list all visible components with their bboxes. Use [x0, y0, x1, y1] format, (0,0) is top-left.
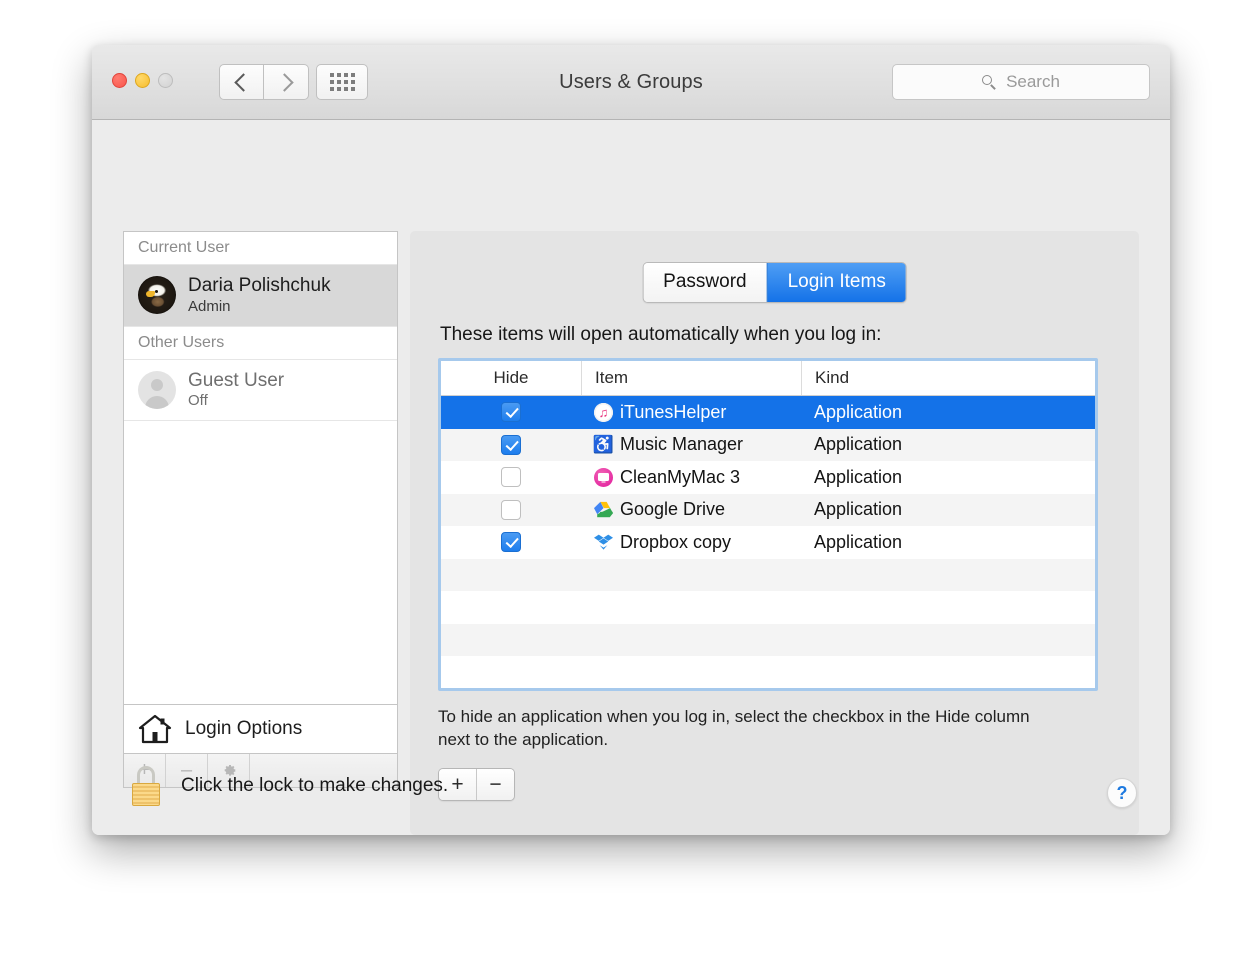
- avatar: [138, 276, 176, 315]
- user-role: Off: [188, 392, 208, 410]
- window-body: Current User Daria Polishchuk Admin Othe…: [92, 120, 1170, 835]
- user-role: Admin: [188, 297, 231, 315]
- table-row[interactable]: Dropbox copy Application: [441, 526, 1095, 559]
- hide-column-hint: To hide an application when you log in, …: [438, 707, 1030, 750]
- item-name: iTunesHelper: [620, 401, 727, 422]
- item-cell: ♿ Music Manager: [581, 434, 801, 455]
- kind-cell: Application: [814, 466, 903, 487]
- login-items-table[interactable]: Hide Item Kind ♫ iTunesHelper Applicatio…: [438, 358, 1098, 691]
- tab-bar: Password Login Items: [642, 262, 907, 303]
- item-cell: Dropbox copy: [581, 532, 801, 553]
- item-name: CleanMyMac 3: [620, 466, 741, 487]
- column-header-hide[interactable]: Hide: [441, 361, 581, 395]
- sidebar-section-header-current-user: Current User: [124, 232, 397, 265]
- table-row-empty: [441, 656, 1095, 688]
- table-header-row: Hide Item Kind: [441, 361, 1095, 396]
- itunes-icon: ♫: [594, 402, 613, 422]
- table-row-empty: [441, 591, 1095, 624]
- table-row[interactable]: Google Drive Application: [441, 493, 1095, 526]
- cleanmymac-icon: [594, 467, 613, 487]
- headphones-icon: ♿: [592, 435, 615, 455]
- hide-checkbox[interactable]: [501, 434, 521, 455]
- tab-password[interactable]: Password: [643, 263, 767, 302]
- closed-lock-icon[interactable]: [130, 766, 162, 806]
- users-and-groups-window: Users & Groups Search Current User Daria…: [92, 45, 1170, 835]
- house-icon: [138, 714, 172, 744]
- column-header-kind[interactable]: Kind: [801, 361, 1095, 395]
- kind-cell: Application: [814, 499, 903, 520]
- lock-area: Click the lock to make changes.: [130, 766, 448, 806]
- user-name: Daria Polishchuk: [188, 275, 331, 296]
- sidebar-item-login-options[interactable]: Login Options: [124, 704, 397, 753]
- sidebar-item-daria-polishchuk[interactable]: Daria Polishchuk Admin: [124, 265, 397, 327]
- google-drive-icon: [594, 500, 613, 519]
- hide-cell: [441, 434, 581, 455]
- panel-heading: These items will open automatically when…: [440, 324, 882, 345]
- column-header-item[interactable]: Item: [581, 361, 801, 395]
- lock-message: Click the lock to make changes.: [181, 775, 449, 796]
- table-row-empty: [441, 623, 1095, 656]
- users-sidebar: Current User Daria Polishchuk Admin Othe…: [123, 231, 398, 788]
- search-placeholder: Search: [1006, 72, 1060, 91]
- table-row[interactable]: ♿ Music Manager Application: [441, 428, 1095, 461]
- help-button[interactable]: ?: [1107, 778, 1137, 808]
- kind-cell: Application: [814, 434, 903, 455]
- search-input[interactable]: Search: [892, 64, 1150, 100]
- hide-checkbox[interactable]: [501, 467, 521, 488]
- users-list: Current User Daria Polishchuk Admin Othe…: [124, 232, 397, 704]
- user-text: Guest User Off: [188, 369, 284, 412]
- hide-checkbox[interactable]: [501, 532, 521, 553]
- item-cell: ♫ iTunesHelper: [581, 402, 801, 423]
- item-name: Music Manager: [620, 434, 744, 455]
- remove-login-item-button[interactable]: −: [476, 769, 514, 800]
- kind-cell: Application: [814, 531, 903, 552]
- item-name: Dropbox copy: [620, 531, 732, 552]
- sidebar-item-guest-user[interactable]: Guest User Off: [124, 360, 397, 421]
- table-row[interactable]: CleanMyMac 3 Application: [441, 461, 1095, 494]
- avatar: [138, 370, 176, 409]
- hide-cell: [441, 402, 581, 423]
- dropbox-icon: [594, 533, 613, 552]
- user-text: Daria Polishchuk Admin: [188, 274, 331, 317]
- item-name: Google Drive: [620, 499, 726, 520]
- table-row[interactable]: ♫ iTunesHelper Application: [441, 396, 1095, 429]
- search-icon: [982, 74, 997, 90]
- hide-cell: [441, 499, 581, 520]
- kind-cell: Application: [814, 401, 903, 422]
- tab-login-items[interactable]: Login Items: [766, 263, 906, 302]
- login-items-panel: Password Login Items These items will op…: [410, 231, 1139, 835]
- hide-checkbox[interactable]: [501, 402, 521, 423]
- hide-checkbox[interactable]: [501, 499, 521, 520]
- item-cell: CleanMyMac 3: [581, 467, 801, 488]
- login-options-label: Login Options: [185, 718, 303, 739]
- window-titlebar: Users & Groups Search: [92, 45, 1170, 120]
- hide-cell: [441, 467, 581, 488]
- sidebar-section-header-other-users: Other Users: [124, 327, 397, 360]
- item-cell: Google Drive: [581, 499, 801, 520]
- user-name: Guest User: [188, 369, 285, 391]
- hide-cell: [441, 532, 581, 553]
- add-remove-login-item-buttons: + −: [438, 768, 515, 801]
- table-row-empty: [441, 558, 1095, 591]
